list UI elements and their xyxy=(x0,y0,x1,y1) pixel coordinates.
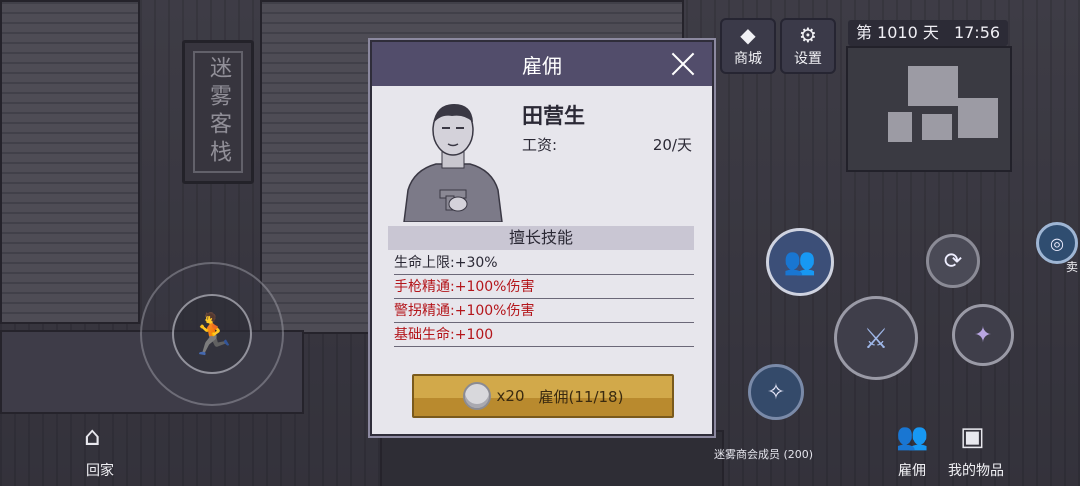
people-icon: 👥 xyxy=(783,247,817,277)
settings-label: 设置 xyxy=(794,51,822,67)
hire-dialog: 雇佣 田营生 工资: 20/天 擅长技能 生命上限:+30% 手枪精通:+100… xyxy=(370,40,714,436)
compass-button[interactable]: ✧ xyxy=(748,364,804,420)
refresh-icon: ⟳ xyxy=(943,248,963,274)
run-icon: 🏃 xyxy=(172,294,252,374)
wage-value: 20/天 xyxy=(652,136,692,154)
party-button[interactable]: 👥 xyxy=(766,228,834,296)
recruit-portrait xyxy=(394,98,512,222)
gear-icon: ⚙ xyxy=(799,23,817,47)
movement-joystick[interactable]: 🏃 xyxy=(140,262,284,406)
home-label[interactable]: 回家 xyxy=(86,460,114,480)
minimap-building xyxy=(888,112,912,142)
weapon-slot-secondary[interactable]: ✦ xyxy=(952,304,1014,366)
coins-icon: ◎ xyxy=(1050,233,1064,253)
wage-label: 工资: xyxy=(522,136,558,154)
sell-label: 卖 xyxy=(1066,260,1079,274)
swap-button[interactable]: ⟳ xyxy=(926,234,980,288)
axe-icon: ✦ xyxy=(973,322,993,348)
minimap-building xyxy=(922,114,952,140)
skill-row: 生命上限:+30% xyxy=(394,252,694,275)
skill-row: 手枪精通:+100%伤害 xyxy=(394,276,694,299)
recruit-name: 田营生 xyxy=(522,104,585,128)
diamond-icon: ◆ xyxy=(740,23,756,47)
minimap-building xyxy=(908,66,958,106)
skill-label: 手枪精通: xyxy=(394,279,455,295)
skill-value: +100%伤害 xyxy=(454,279,535,295)
skills-header: 擅长技能 xyxy=(388,226,694,250)
shop-button[interactable]: ◆ 商城 xyxy=(720,18,776,74)
skill-value: +100%伤害 xyxy=(454,303,535,319)
workers-icon[interactable]: 👥 xyxy=(896,422,928,452)
compass-icon: ✧ xyxy=(766,379,786,405)
items-label[interactable]: 我的物品 xyxy=(948,460,1004,480)
coin-stack-icon xyxy=(462,382,491,410)
skill-value: +30% xyxy=(454,255,498,271)
day-counter: 第 1010 天 xyxy=(855,23,939,42)
hire-button-label: 雇佣(11/18) xyxy=(538,387,624,406)
store-member-tag: 迷雾商会成员 (200) xyxy=(714,448,814,461)
sword-icon: ⚔ xyxy=(863,321,889,355)
dialog-title: 雇佣 xyxy=(522,53,562,78)
day-time-bar: 第 1010 天 17:56 xyxy=(848,20,1008,46)
minimap[interactable] xyxy=(846,46,1012,172)
hire-cost: x20 xyxy=(496,387,525,405)
chest-icon[interactable]: ▣ xyxy=(960,422,985,452)
shop-label: 商城 xyxy=(734,51,762,67)
skill-value: +100 xyxy=(454,327,494,343)
house-icon[interactable]: ⌂ xyxy=(84,422,101,452)
skill-row: 警拐精通:+100%伤害 xyxy=(394,300,694,323)
skill-row: 基础生命:+100 xyxy=(394,324,694,347)
minimap-building xyxy=(958,98,998,138)
clock-time: 17:56 xyxy=(953,23,1001,42)
skill-label: 基础生命: xyxy=(394,327,455,343)
settings-button[interactable]: ⚙ 设置 xyxy=(780,18,836,74)
hire-button[interactable]: x20 雇佣(11/18) xyxy=(412,374,674,418)
skill-label: 生命上限: xyxy=(394,255,455,271)
skill-label: 警拐精通: xyxy=(394,303,455,319)
dialog-header: 雇佣 xyxy=(372,42,712,86)
weapon-slot-primary[interactable]: ⚔ xyxy=(834,296,918,380)
close-icon[interactable] xyxy=(668,49,698,79)
hire-label[interactable]: 雇佣 xyxy=(898,460,926,480)
